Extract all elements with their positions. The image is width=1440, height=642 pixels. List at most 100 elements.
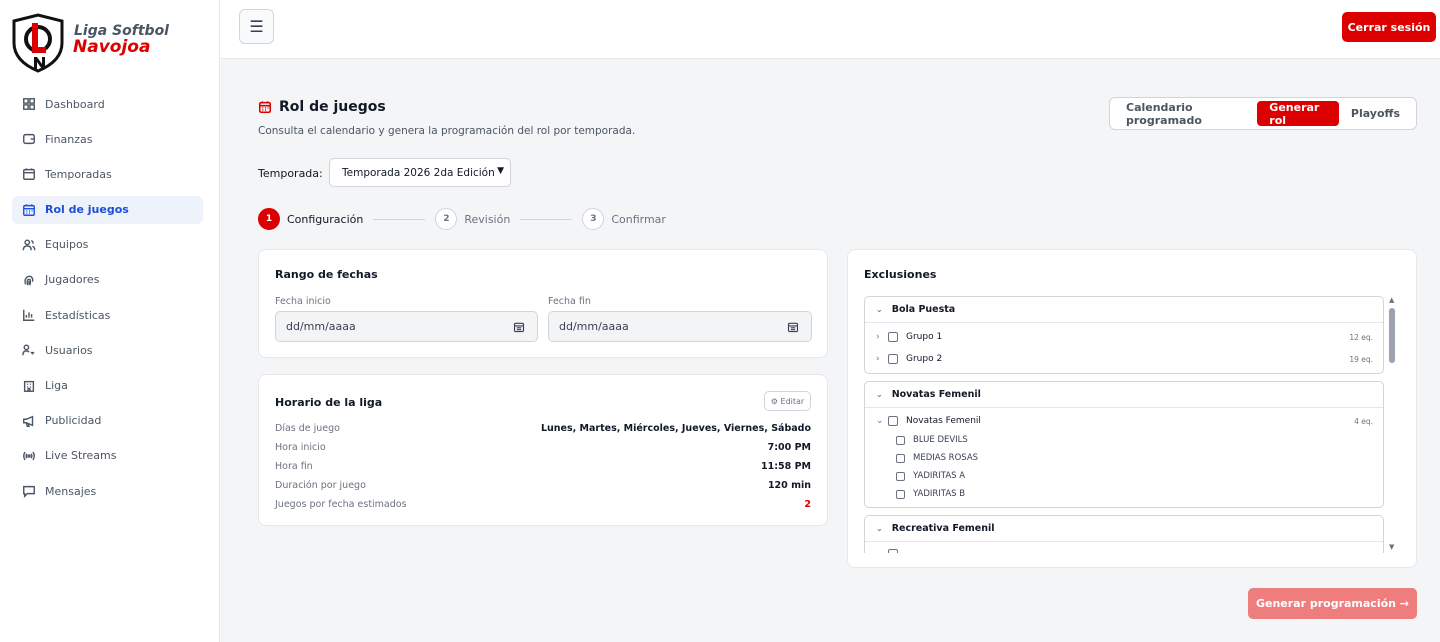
- sidebar-item-label: Live Streams: [45, 449, 117, 463]
- sidebar-item-estadisticas[interactable]: Estadísticas: [12, 301, 203, 329]
- schedule-row-key: Días de juego: [275, 422, 340, 434]
- team-name: YADIRITAS B: [913, 489, 966, 499]
- team-checkbox[interactable]: [896, 471, 905, 481]
- scroll-up-icon[interactable]: ▲: [1389, 296, 1394, 304]
- end-date-input[interactable]: dd/mm/aaaa: [548, 311, 812, 342]
- exclusion-group: ⌄ Bola Puesta › Grupo 1 12 eq. › Grupo 2 19 e…: [864, 296, 1384, 374]
- sidebar-item-usuarios[interactable]: Usuarios: [12, 336, 203, 364]
- league-logo[interactable]: Liga Softbol Navojoa: [10, 13, 200, 73]
- step-1-label: Configuración: [287, 212, 364, 226]
- user-key-icon: [21, 343, 36, 358]
- subgroup-checkbox[interactable]: [888, 354, 898, 364]
- chevron-down-icon: ⌄: [876, 305, 883, 314]
- sidebar-item-liga[interactable]: Liga: [12, 372, 203, 400]
- chevron-right-icon[interactable]: ›: [876, 332, 888, 342]
- sidebar-item-equipos[interactable]: Equipos: [12, 231, 203, 259]
- sidebar-item-label: Jugadores: [45, 273, 100, 287]
- team-name: BLUE DEVILS: [913, 435, 968, 445]
- subgroup-checkbox[interactable]: [888, 549, 898, 553]
- exclusion-group-header[interactable]: ⌄ Novatas Femenil: [865, 382, 1383, 408]
- exclusion-group-header[interactable]: ⌄ Bola Puesta: [865, 297, 1383, 323]
- schedule-row-value: 2: [804, 498, 811, 510]
- subgroup-name: Novatas Femenil: [906, 416, 981, 426]
- generate-schedule-button[interactable]: Generar programación →: [1248, 588, 1417, 619]
- sidebar-item-temporadas[interactable]: Temporadas: [12, 160, 203, 188]
- team-item[interactable]: MEDIAS ROSAS: [896, 450, 978, 466]
- page-subtitle: Consulta el calendario y genera la progr…: [258, 125, 636, 137]
- sidebar-item-label: Equipos: [45, 238, 89, 252]
- exclusions-scrollbar[interactable]: ▲ ▼: [1387, 294, 1397, 553]
- step-2-number: 2: [435, 208, 458, 230]
- team-item[interactable]: YADIRITAS B: [896, 486, 965, 502]
- sidebar-item-rol-de-juegos[interactable]: Rol de juegos: [12, 195, 203, 224]
- team-item[interactable]: BLUE DEVILS: [896, 432, 968, 448]
- calendar-icon[interactable]: [787, 321, 799, 333]
- sidebar-item-jugadores[interactable]: Jugadores: [12, 266, 203, 294]
- team-checkbox[interactable]: [896, 489, 905, 499]
- subgroup-count: 19 eq.: [1349, 354, 1373, 364]
- date-range-title: Rango de fechas: [275, 268, 378, 281]
- chevron-down-icon: ⌄: [876, 524, 883, 533]
- tab-generar-rol[interactable]: Generar rol: [1257, 101, 1339, 127]
- sidebar-item-label: Usuarios: [45, 343, 93, 357]
- sidebar-item-finanzas[interactable]: Finanzas: [12, 125, 203, 153]
- subgroup-name: Grupo 2: [906, 354, 943, 364]
- page-title: Rol de juegos: [258, 99, 386, 115]
- exclusion-subgroup: › Grupo 1 12 eq.: [876, 329, 1373, 345]
- chevron-down-icon: ⌄: [876, 390, 883, 399]
- league-schedule-card: Horario de la liga ⚙ Editar Días de jueg…: [258, 374, 828, 526]
- season-select[interactable]: Temporada 2026 2da Edición ▼: [329, 158, 511, 187]
- step-1-number: 1: [258, 208, 280, 230]
- start-date-placeholder: dd/mm/aaaa: [286, 320, 356, 333]
- menu-toggle-button[interactable]: ☰: [239, 9, 274, 44]
- chevron-right-icon[interactable]: ›: [876, 354, 888, 364]
- start-date-label: Fecha inicio: [275, 296, 331, 307]
- chevron-down-icon: ▼: [497, 166, 504, 176]
- view-tabs: Calendario programado Generar rol Playof…: [1109, 97, 1417, 130]
- team-checkbox[interactable]: [896, 453, 905, 463]
- league-schedule-title: Horario de la liga: [275, 396, 383, 409]
- step-3-label: Confirmar: [611, 212, 666, 226]
- start-date-input[interactable]: dd/mm/aaaa: [275, 311, 538, 342]
- sidebar-item-label: Temporadas: [45, 167, 112, 181]
- schedule-row-value: 120 min: [767, 479, 811, 491]
- exclusion-subgroup: ⌄ Novatas Femenil 4 eq.: [876, 413, 1373, 429]
- subgroup-checkbox[interactable]: [888, 332, 898, 342]
- chevron-down-icon[interactable]: ⌄: [876, 416, 888, 426]
- sidebar-item-dashboard[interactable]: Dashboard: [12, 90, 203, 118]
- sidebar-item-live-streams[interactable]: Live Streams: [12, 442, 203, 470]
- step-connector: [373, 218, 426, 220]
- scroll-down-icon[interactable]: ▼: [1389, 543, 1394, 551]
- message-icon: [21, 484, 36, 499]
- exclusions-list[interactable]: ⌄ Bola Puesta › Grupo 1 12 eq. › Grupo 2 19 e…: [864, 294, 1384, 553]
- end-date-label: Fecha fin: [548, 296, 591, 307]
- calendar-icon[interactable]: [513, 321, 525, 333]
- sidebar-item-label: Publicidad: [45, 414, 102, 428]
- exclusion-group: ⌄ Recreativa Femenil: [864, 515, 1384, 553]
- exclusion-group-name: Novatas Femenil: [891, 389, 981, 400]
- sidebar-item-mensajes[interactable]: Mensajes: [12, 477, 203, 505]
- schedule-row-key: Hora fin: [275, 460, 313, 472]
- subgroup-count: 4 eq.: [1354, 416, 1373, 426]
- tab-calendario-programado[interactable]: Calendario programado: [1114, 101, 1257, 127]
- logout-button[interactable]: Cerrar sesión: [1342, 12, 1436, 42]
- step-2-label: Revisión: [464, 212, 511, 226]
- scrollbar-thumb[interactable]: [1389, 308, 1395, 363]
- team-checkbox[interactable]: [896, 435, 905, 445]
- sidebar-item-label: Rol de juegos: [45, 203, 129, 217]
- brand-line2: Navojoa: [73, 37, 151, 57]
- exclusion-subgroup: › Grupo 2 19 eq.: [876, 351, 1373, 367]
- exclusion-group-header[interactable]: ⌄ Recreativa Femenil: [865, 516, 1383, 542]
- team-item[interactable]: YADIRITAS A: [896, 468, 965, 484]
- subgroup-checkbox[interactable]: [888, 416, 898, 426]
- schedule-row-key: Juegos por fecha estimados: [275, 498, 407, 510]
- schedule-row-key: Hora inicio: [275, 441, 326, 453]
- date-range-card: Rango de fechas Fecha inicio dd/mm/aaaa …: [258, 249, 828, 358]
- sidebar-item-publicidad[interactable]: Publicidad: [12, 407, 203, 435]
- schedule-row-value: Lunes, Martes, Miércoles, Jueves, Vierne…: [540, 422, 811, 434]
- edit-schedule-button[interactable]: ⚙ Editar: [764, 391, 811, 411]
- season-label: Temporada:: [258, 167, 323, 180]
- exclusion-group-name: Recreativa Femenil: [891, 523, 995, 534]
- tab-playoffs[interactable]: Playoffs: [1339, 101, 1412, 126]
- sidebar-item-label: Mensajes: [45, 484, 97, 498]
